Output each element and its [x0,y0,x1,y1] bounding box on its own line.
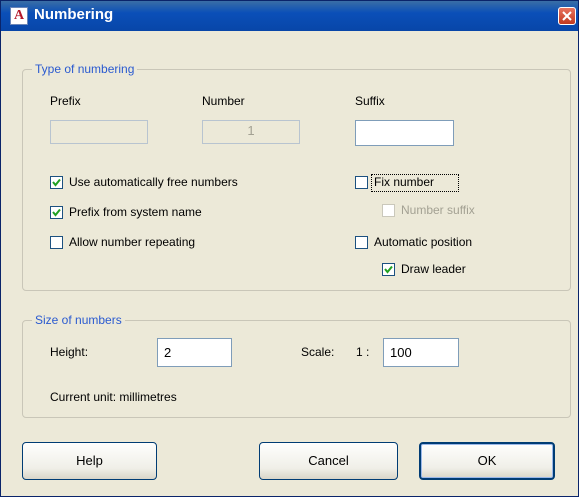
prefix-label: Prefix [50,94,81,108]
check-mark-icon [52,178,61,187]
help-button[interactable]: Help [22,442,157,480]
autocad-a-icon: A [10,7,28,25]
allow-repeat-checkbox[interactable] [50,236,63,249]
fix-number-checkbox[interactable] [355,176,368,189]
ok-button[interactable]: OK [419,442,555,480]
number-label: Number [202,94,245,108]
scale-prefix: 1 : [356,345,370,359]
current-unit-text: Current unit: millimetres [50,390,177,404]
auto-position-checkbox[interactable] [355,236,368,249]
number-suffix-checkbox[interactable] [382,204,395,217]
draw-leader-label[interactable]: Draw leader [401,262,466,276]
use-free-numbers-label[interactable]: Use automatically free numbers [69,175,238,189]
fix-number-label[interactable]: Fix number [374,175,434,189]
suffix-input[interactable] [355,120,454,146]
close-icon [562,11,572,21]
scale-label: Scale: [301,345,335,359]
check-mark-icon [384,265,393,274]
dialog-title: Numbering [34,6,114,23]
allow-repeat-label[interactable]: Allow number repeating [69,235,195,249]
prefix-system-checkbox[interactable] [50,206,63,219]
prefix-system-label[interactable]: Prefix from system name [69,205,202,219]
use-free-numbers-checkbox[interactable] [50,176,63,189]
prefix-input[interactable] [50,120,148,144]
numbering-dialog: A Numbering Type of numbering Prefix Num… [0,0,579,497]
suffix-label: Suffix [355,94,385,108]
size-of-numbers-label: Size of numbers [32,313,125,327]
type-of-numbering-label: Type of numbering [32,62,138,76]
height-label: Height: [50,345,89,359]
close-button[interactable] [558,7,576,25]
check-mark-icon [52,208,61,217]
auto-position-label[interactable]: Automatic position [374,235,472,249]
scale-input[interactable]: 100 [383,338,459,367]
number-input[interactable]: 1 [202,120,300,144]
height-input[interactable]: 2 [157,338,232,367]
title-bar[interactable]: A Numbering [1,1,578,31]
draw-leader-checkbox[interactable] [382,263,395,276]
number-suffix-label: Number suffix [401,203,475,217]
cancel-button[interactable]: Cancel [259,442,398,480]
